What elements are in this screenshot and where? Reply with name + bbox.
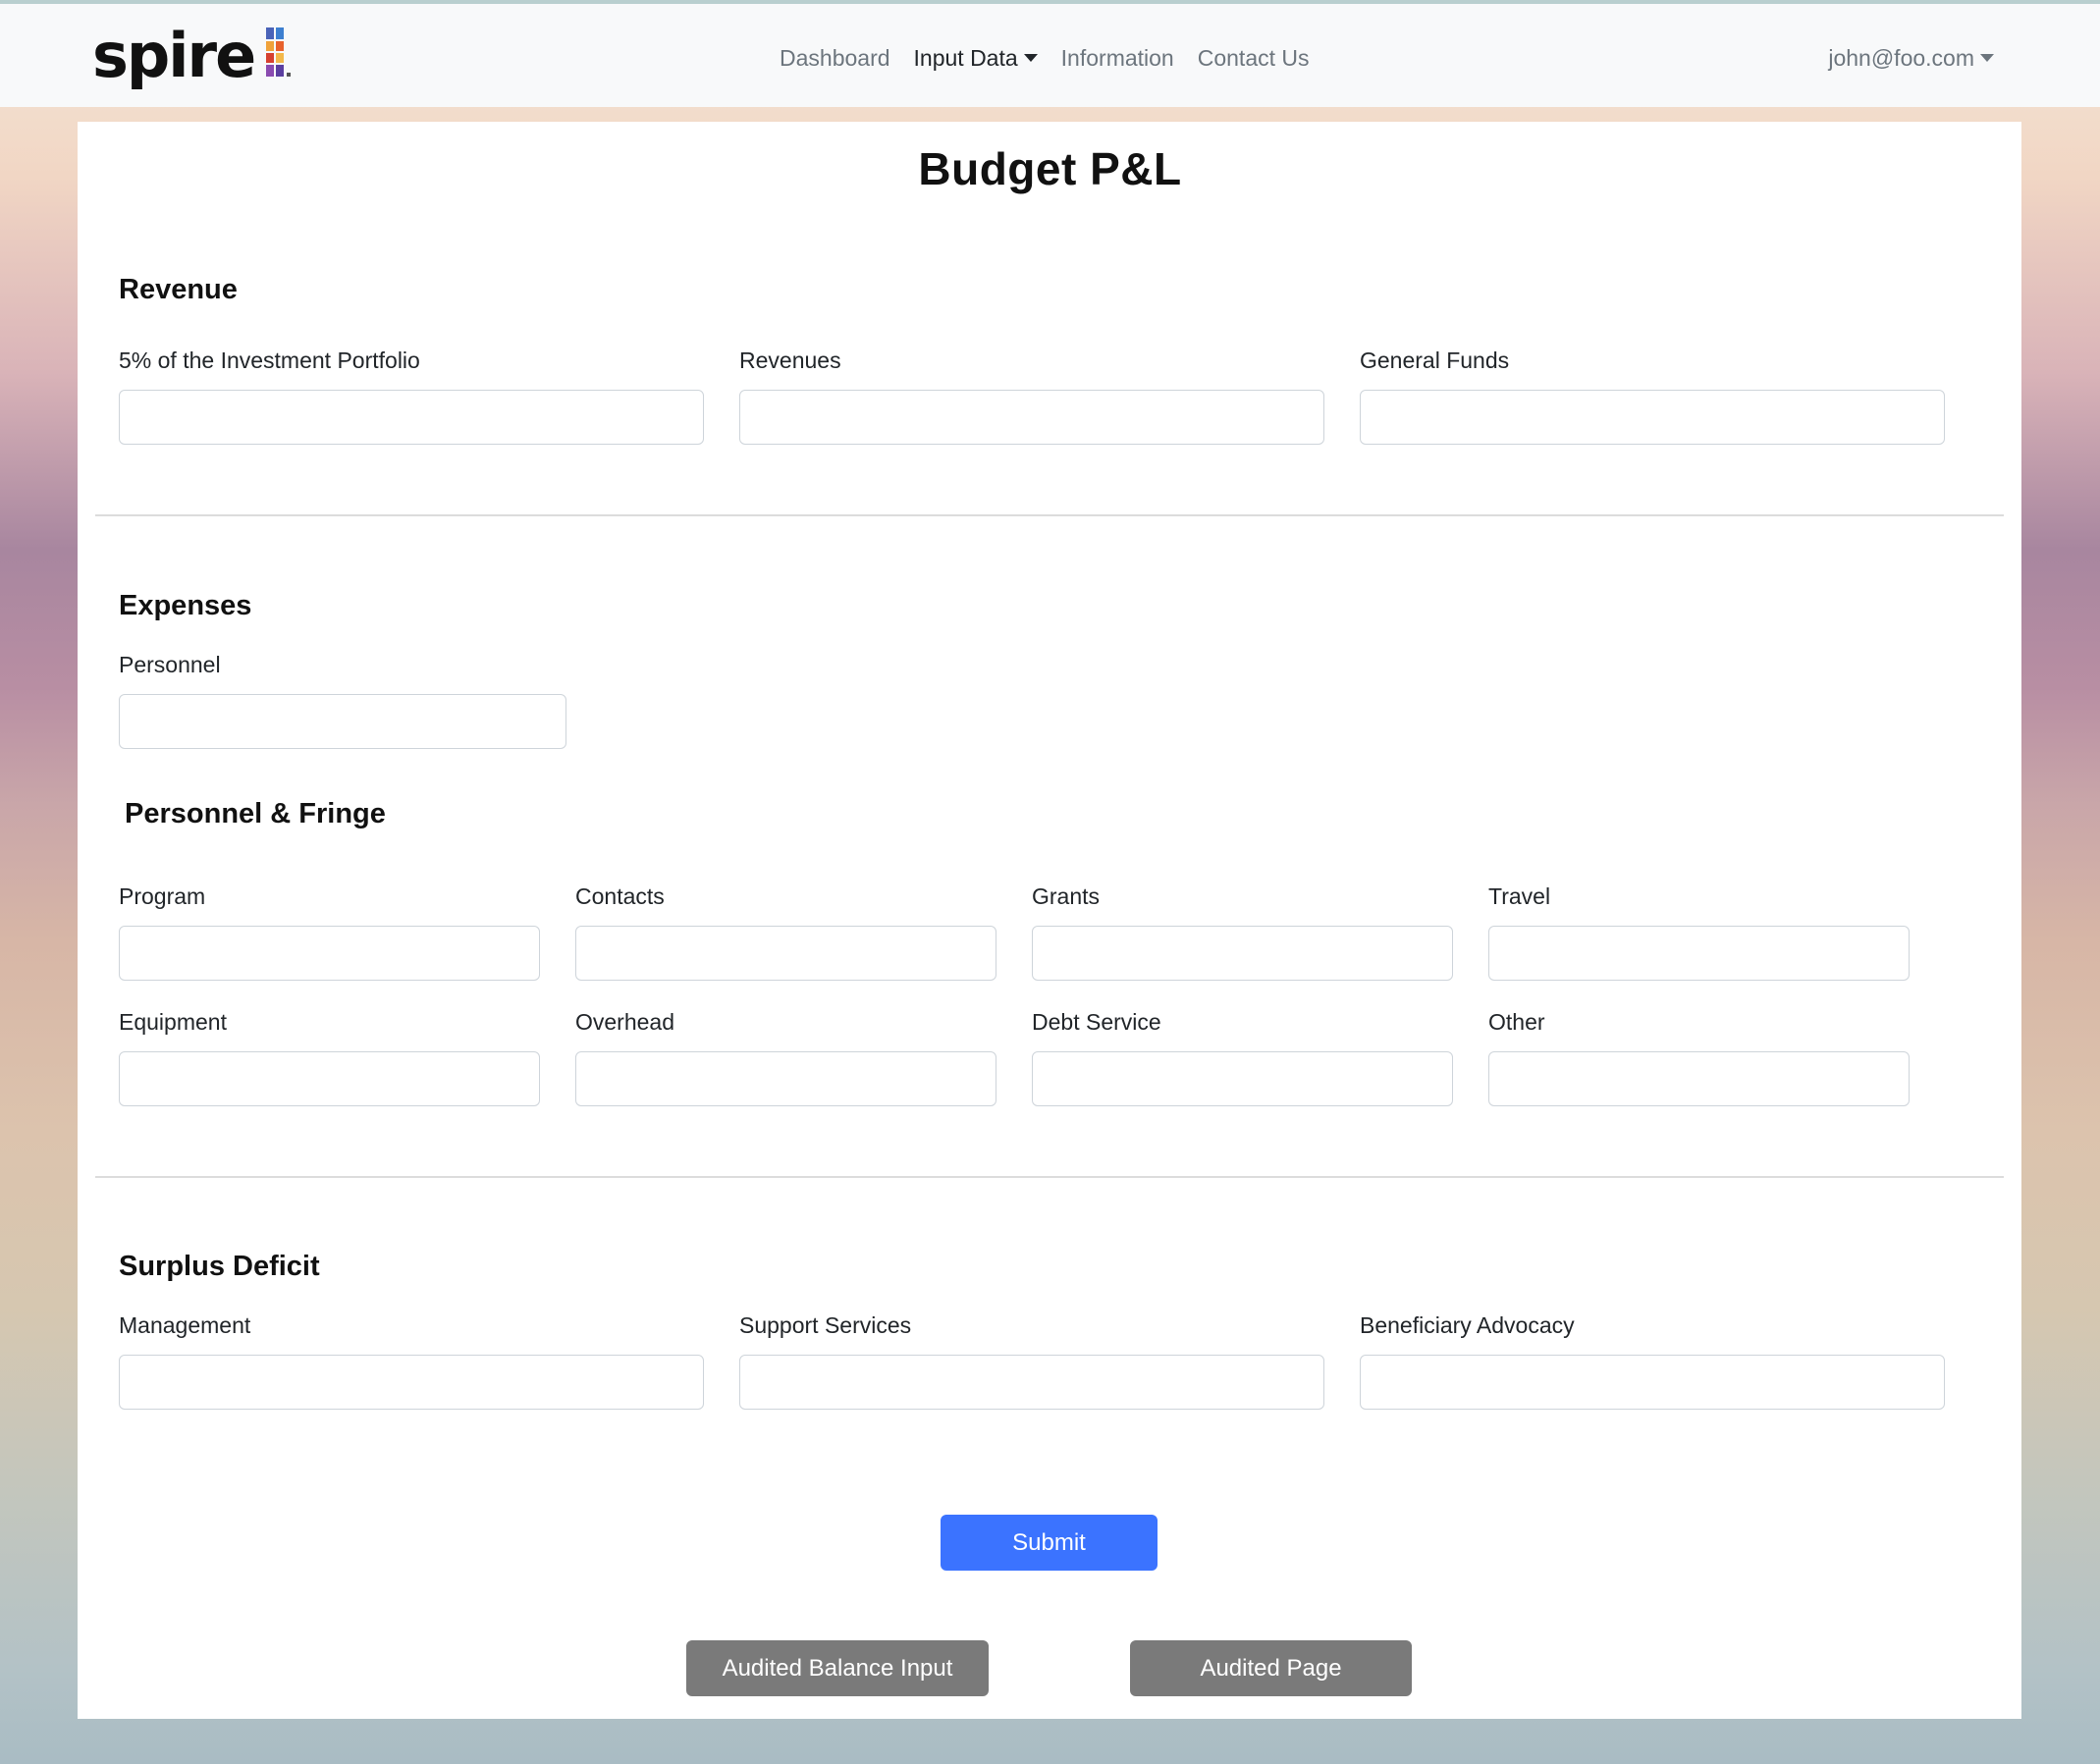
contacts-input[interactable] [575,926,996,981]
support-services-label: Support Services [739,1312,912,1338]
main-nav: Dashboard Input Data Information Contact… [768,41,1321,75]
overhead-label: Overhead [575,1009,675,1035]
other-label: Other [1488,1009,1545,1035]
surplus-deficit-heading: Surplus Deficit [119,1251,320,1282]
navbar: spire Dashboard Input Data Information C… [0,4,2100,107]
grants-label: Grants [1032,883,1101,909]
user-menu[interactable]: john@foo.com [1828,41,1994,75]
other-input[interactable] [1488,1051,1910,1106]
nav-input-data-label: Input Data [913,45,1018,71]
chevron-down-icon [1023,54,1038,62]
general-funds-input[interactable] [1360,390,1945,445]
overhead-input[interactable] [575,1051,996,1106]
nav-information[interactable]: Information [1050,41,1186,75]
contacts-label: Contacts [575,883,665,909]
travel-label: Travel [1488,883,1551,909]
brand-logo[interactable]: spire [92,22,294,90]
nav-input-data[interactable]: Input Data [902,41,1050,75]
audited-balance-input-button[interactable]: Audited Balance Input [686,1640,989,1696]
nav-contact-us[interactable]: Contact Us [1186,41,1321,75]
user-email: john@foo.com [1828,45,1974,71]
submit-button[interactable]: Submit [941,1515,1158,1571]
audited-page-button[interactable]: Audited Page [1130,1640,1412,1696]
page-title: Budget P&L [918,143,1182,194]
brand-mark-icon [266,27,292,77]
expenses-heading: Expenses [119,590,252,621]
nav-dashboard[interactable]: Dashboard [768,41,902,75]
personnel-fringe-heading: Personnel & Fringe [125,798,386,829]
personnel-input[interactable] [119,694,566,749]
chevron-down-icon [1980,54,1994,62]
general-funds-label: General Funds [1360,347,1510,373]
travel-input[interactable] [1488,926,1910,981]
equipment-input[interactable] [119,1051,540,1106]
revenue-heading: Revenue [119,274,238,305]
brand-name: spire [92,20,256,91]
support-services-input[interactable] [739,1355,1324,1410]
management-label: Management [119,1312,251,1338]
personnel-label: Personnel [119,652,221,677]
program-label: Program [119,883,206,909]
revenues-label: Revenues [739,347,841,373]
beneficiary-advocacy-label: Beneficiary Advocacy [1360,1312,1575,1338]
beneficiary-advocacy-input[interactable] [1360,1355,1945,1410]
management-input[interactable] [119,1355,704,1410]
section-divider [95,514,2004,516]
debt-service-input[interactable] [1032,1051,1453,1106]
revenues-input[interactable] [739,390,1324,445]
investment-portfolio-input[interactable] [119,390,704,445]
program-input[interactable] [119,926,540,981]
investment-portfolio-label: 5% of the Investment Portfolio [119,347,420,373]
grants-input[interactable] [1032,926,1453,981]
equipment-label: Equipment [119,1009,227,1035]
section-divider [95,1176,2004,1178]
debt-service-label: Debt Service [1032,1009,1161,1035]
